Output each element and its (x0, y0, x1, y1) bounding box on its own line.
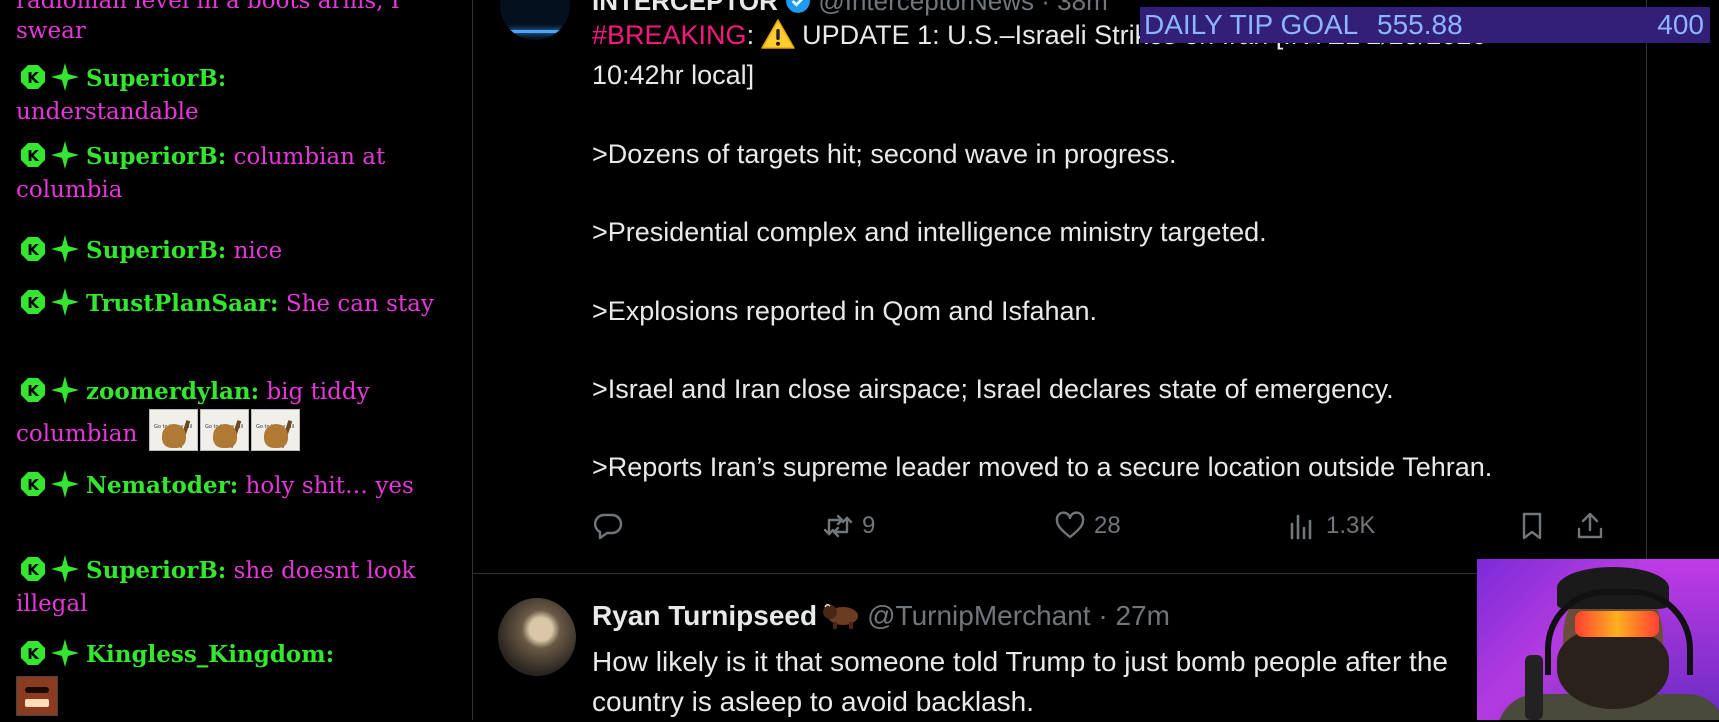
tip-goal-bar: DAILY TIP GOAL 555.88 400 (1140, 7, 1710, 43)
chat-badges: K (20, 287, 80, 317)
tweet-line: >Presidential complex and intelligence m… (592, 217, 1267, 247)
chat-message: K Kingless_Kingdom: (16, 638, 456, 672)
headline-text-cont: 10:42hr local] (592, 60, 755, 90)
sparkle-badge-icon (50, 375, 80, 405)
chat-username[interactable]: SuperiorB: (86, 237, 226, 264)
views-button[interactable]: 1.3K (1286, 510, 1375, 542)
chat-badges: K (20, 62, 80, 92)
warning-icon (760, 18, 796, 50)
chat-username[interactable]: Nematoder: (86, 472, 238, 499)
bookmark-button[interactable] (1516, 510, 1548, 542)
hashtag-link[interactable]: #BREAKING (592, 20, 747, 50)
chat-username[interactable]: Kingless_Kingdom: (86, 641, 334, 668)
reply-author-avatar[interactable] (498, 598, 576, 676)
heart-icon (1054, 510, 1086, 542)
analytics-icon (1286, 510, 1318, 542)
sparkle-badge-icon (50, 469, 80, 499)
svg-text:K: K (27, 382, 40, 400)
chat-message: K Nematoder: holy shit… yes (16, 469, 456, 503)
reply-text: How likely is it that someone told Trump… (592, 646, 1448, 717)
sparkle-badge-icon (50, 140, 80, 170)
chat-username[interactable]: TrustPlanSaar: (86, 290, 279, 317)
tweet-line: >Reports Iran’s supreme leader moved to … (592, 452, 1493, 482)
chat-text: nice (233, 238, 283, 264)
chat-message: K SuperiorB: she doesnt look illegal (16, 554, 456, 621)
sparkle-badge-icon (50, 554, 80, 584)
reply-icon (592, 510, 624, 542)
tweet-line: >Israel and Iran close airspace; Israel … (592, 374, 1394, 404)
tip-goal-amount: 555.88 (1377, 9, 1463, 40)
bison-emoji-icon (823, 601, 861, 629)
chat-badges: K (20, 140, 80, 170)
reply-author-name[interactable]: Ryan Turnipseed (592, 600, 817, 631)
tip-goal-label: DAILY TIP GOAL (1144, 9, 1359, 40)
svg-text:K: K (27, 561, 40, 579)
verified-icon (785, 0, 811, 14)
svg-text:K: K (27, 645, 40, 663)
retweet-count: 9 (862, 512, 876, 539)
kick-badge-icon: K (20, 64, 46, 90)
kick-badge-icon: K (20, 471, 46, 497)
view-count: 1.3K (1326, 512, 1376, 539)
chat-badges: K (20, 554, 80, 584)
author-handle[interactable]: @InterceptorNews · 38m (818, 0, 1107, 16)
tweet-actions: 9 28 1.3K (592, 510, 1612, 550)
svg-text:K: K (27, 69, 40, 87)
streamer-webcam (1477, 559, 1719, 720)
bookmark-icon (1516, 510, 1548, 542)
chat-text: understandable (16, 99, 199, 125)
share-button[interactable] (1574, 510, 1606, 542)
chat-badges: K (20, 469, 80, 499)
kick-badge-icon: K (20, 377, 46, 403)
face-emote[interactable] (16, 676, 58, 716)
chat-username[interactable]: SuperiorB: (86, 65, 226, 92)
tweet-divider (473, 573, 1645, 574)
chat-badges: K (20, 638, 80, 668)
chat-username[interactable]: zoomerdylan: (86, 378, 259, 405)
kick-badge-icon: K (20, 640, 46, 666)
retweet-button[interactable]: 9 (822, 510, 875, 542)
chat-username[interactable]: SuperiorB: (86, 557, 226, 584)
horny-jail-emote[interactable]: Go to horny jail (199, 409, 249, 451)
tweet-line: >Dozens of targets hit; second wave in p… (592, 139, 1177, 169)
reply-author-handle[interactable]: @TurnipMerchant · 27m (867, 600, 1170, 631)
chat-message: K SuperiorB: understandable (16, 62, 456, 129)
like-button[interactable]: 28 (1054, 510, 1121, 542)
like-count: 28 (1094, 512, 1121, 539)
share-icon (1574, 510, 1606, 542)
reply-author-line: Ryan Turnipseed @TurnipMerchant · 27m (592, 600, 1170, 632)
chat-badges: K (20, 234, 80, 264)
kick-badge-icon: K (20, 289, 46, 315)
kick-badge-icon: K (20, 142, 46, 168)
chat-message-partial: radioman level in a boots arms, I swear (16, 0, 400, 44)
sparkle-badge-icon (50, 62, 80, 92)
tip-goal-target: 400 (1657, 9, 1704, 40)
kick-badge-icon: K (20, 556, 46, 582)
chat-username[interactable]: SuperiorB: (86, 143, 226, 170)
horny-jail-emote[interactable]: Go to horny jail (148, 409, 198, 451)
sparkle-badge-icon (50, 287, 80, 317)
chat-text: holy shit… yes (245, 473, 414, 499)
svg-text:K: K (27, 147, 40, 165)
sparkle-badge-icon (50, 638, 80, 668)
kick-badge-icon: K (20, 236, 46, 262)
svg-text:K: K (27, 241, 40, 259)
svg-text:K: K (27, 476, 40, 494)
sparkle-badge-icon (50, 234, 80, 264)
chat-badges: K (20, 375, 80, 405)
chat-message: K zoomerdylan: big tiddy columbian Go to… (16, 375, 456, 451)
tweet-line: >Explosions reported in Qom and Isfahan. (592, 296, 1098, 326)
author-name[interactable]: INTERCEPTOR (592, 0, 778, 16)
chat-message: K SuperiorB: nice (16, 234, 456, 268)
chat-text: She can stay (285, 291, 434, 317)
chat-message: K TrustPlanSaar: She can stay (16, 287, 456, 321)
stream-chat: radioman level in a boots arms, I swear … (0, 0, 472, 720)
reply-button[interactable] (592, 510, 624, 542)
emote-group: Go to horny jail Go to horny jail Go to … (148, 409, 300, 451)
retweet-icon (822, 510, 854, 542)
svg-text:K: K (27, 294, 40, 312)
chat-message: K SuperiorB: columbian at columbia (16, 140, 456, 207)
horny-jail-emote[interactable]: Go to horny jail (250, 409, 300, 451)
